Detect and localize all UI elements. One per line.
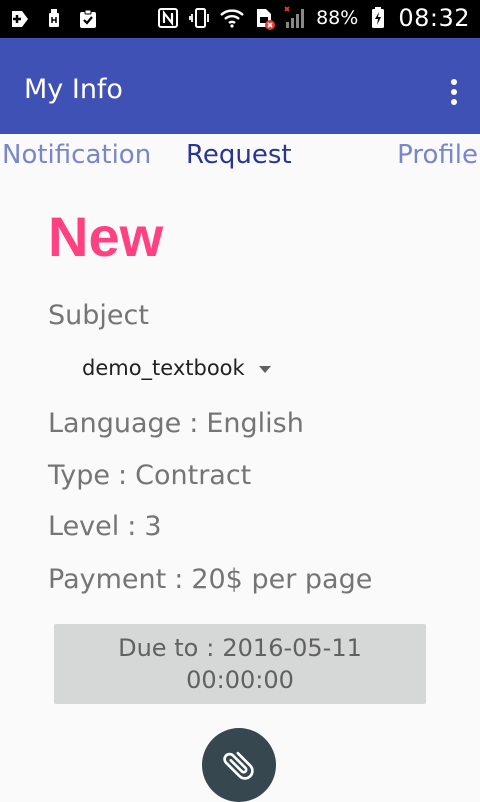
battery-charging-icon (372, 7, 385, 28)
type-field: Type: Contract (48, 460, 251, 491)
request-status: New (48, 205, 164, 268)
payment-value: 20$ per page (191, 564, 373, 595)
tab-bar: Notification Request Profile (0, 134, 480, 180)
language-separator: : (189, 408, 199, 439)
subject-label: Subject (48, 300, 149, 331)
tab-request[interactable]: Request (186, 140, 292, 170)
clock: 08:32 (398, 4, 470, 32)
subject-spinner[interactable]: demo_textbook (82, 356, 271, 380)
payment-label: Payment (48, 564, 167, 595)
status-bar-right: 88% 08:32 (156, 4, 470, 32)
signal-icon (284, 6, 305, 28)
status-bar: 88% 08:32 (0, 0, 480, 38)
level-label: Level (48, 511, 120, 542)
vibrate-icon (189, 8, 209, 28)
sim-error-icon (257, 9, 276, 30)
nfc-icon (158, 8, 179, 28)
payment-field: Payment:20$ per page (48, 564, 372, 595)
level-field: Level:3 (48, 511, 162, 542)
usb-icon (49, 9, 59, 27)
clipboard-check-icon (80, 9, 96, 28)
due-separator: : (206, 634, 215, 662)
more-vert-dot (451, 89, 457, 95)
due-label: Due to (118, 634, 199, 662)
due-date-box: Due to:2016-05-11 00:00:00 (54, 624, 426, 704)
subject-value: demo_textbook (82, 356, 245, 380)
app-title: My Info (24, 74, 123, 105)
level-separator: : (127, 511, 137, 542)
battery-percentage: 88% (316, 7, 359, 29)
due-line: Due to:2016-05-11 (54, 632, 426, 664)
tab-profile[interactable]: Profile (397, 140, 478, 170)
language-field: Language: English (48, 408, 304, 439)
due-time: 00:00:00 (186, 666, 294, 694)
attach-button[interactable] (202, 728, 276, 802)
level-value: 3 (144, 511, 162, 542)
due-date: 2016-05-11 (222, 634, 362, 662)
language-label: Language (48, 408, 182, 439)
dropdown-arrow-icon (258, 365, 271, 373)
type-label: Type (48, 460, 111, 491)
type-separator: : (118, 460, 128, 491)
language-value: English (206, 408, 304, 439)
tab-notification[interactable]: Notification (2, 140, 151, 170)
more-vert-dot (451, 99, 457, 105)
app-bar: My Info (0, 38, 480, 134)
payment-separator: : (174, 564, 184, 595)
add-icon (12, 11, 28, 27)
status-bar-left (8, 7, 100, 31)
type-value: Contract (135, 460, 252, 491)
more-vert-icon[interactable] (450, 79, 458, 105)
more-vert-dot (451, 79, 457, 85)
request-detail: New Subject demo_textbook Language: Engli… (0, 180, 480, 802)
attachment-icon (223, 751, 254, 780)
wifi-icon (220, 9, 244, 28)
